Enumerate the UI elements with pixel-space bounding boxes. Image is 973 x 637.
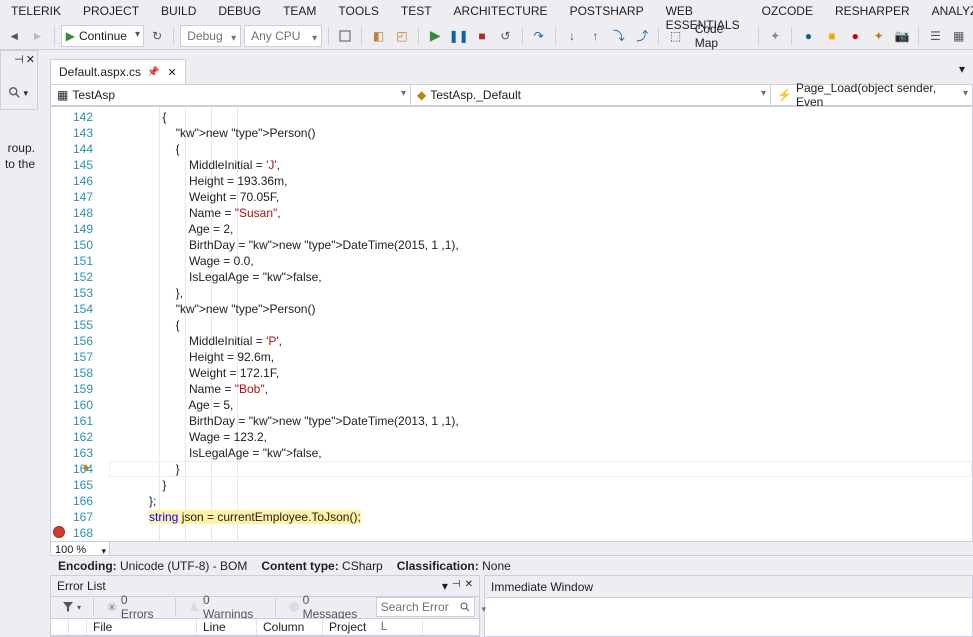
document-tab-well: Default.aspx.cs 📌 ✕ [50, 58, 186, 84]
refresh-button[interactable]: ↻ [147, 25, 167, 47]
search-icon[interactable]: ▾ [2, 83, 32, 103]
menu-architecture[interactable]: ARCHITECTURE [443, 2, 559, 20]
code-nav-bar: ▦ TestAsp ◆ TestAsp._Default ⚡ Page_Load… [50, 84, 973, 106]
menu-project[interactable]: PROJECT [72, 2, 150, 20]
oz-icon[interactable]: ● [845, 25, 865, 47]
tool-icon[interactable]: ◰ [392, 25, 412, 47]
list-icon[interactable]: ☰ [925, 25, 945, 47]
menu-test[interactable]: TEST [390, 2, 443, 20]
oz-icon[interactable]: ● [798, 25, 818, 47]
close-icon[interactable]: ✕ [168, 66, 177, 79]
immediate-input[interactable] [485, 598, 972, 636]
menu-team[interactable]: TEAM [272, 2, 327, 20]
step-icon[interactable]: ⤴ [632, 25, 652, 47]
error-search-input[interactable]: Search Error L▾ [376, 597, 475, 617]
warnings-toggle[interactable]: 0 Warnings [181, 597, 270, 617]
panel-title: Immediate Window [491, 580, 593, 594]
oz-icon[interactable]: ✦ [868, 25, 888, 47]
stop-icon[interactable]: ■ [472, 25, 492, 47]
bottom-panels: Error List ▾ ⊣ ✕ ▾ 0 Errors 0 Warnings 0… [50, 575, 973, 637]
namespace-icon: ▦ [57, 88, 68, 102]
step-out-icon[interactable]: ↑ [585, 25, 605, 47]
back-button[interactable]: ◄ [4, 25, 24, 47]
pin-icon[interactable]: ⊣ [452, 579, 461, 593]
step-button[interactable] [335, 25, 355, 47]
codemap-icon[interactable]: ⬚ [665, 25, 685, 47]
forward-button[interactable]: ► [27, 25, 47, 47]
main-toolbar: ◄ ► ▶Continue ↻ Debug Any CPU ◧ ◰ ▶ ❚❚ ■… [0, 22, 973, 50]
config-combo[interactable]: Debug [180, 25, 241, 47]
namespace-combo[interactable]: ▦ TestAsp [51, 85, 411, 105]
menu-web essentials[interactable]: WEB ESSENTIALS [655, 2, 751, 20]
filter-button[interactable]: ▾ [55, 597, 88, 617]
bulb-icon[interactable]: ✦ [81, 461, 91, 475]
continue-button[interactable]: ▶Continue [61, 25, 144, 47]
restart-icon[interactable]: ↺ [495, 25, 515, 47]
step-icon[interactable]: ⤵ [609, 25, 629, 47]
pin-icon[interactable]: 📌 [147, 67, 159, 78]
panel-title: Error List [57, 579, 106, 593]
step-into-icon[interactable]: ↓ [562, 25, 582, 47]
step-over-icon[interactable]: ↷ [529, 25, 549, 47]
error-list-panel: Error List ▾ ⊣ ✕ ▾ 0 Errors 0 Warnings 0… [50, 575, 480, 637]
class-combo[interactable]: ◆ TestAsp._Default [411, 85, 771, 105]
menu-debug[interactable]: DEBUG [207, 2, 272, 20]
oz-icon[interactable]: ■ [822, 25, 842, 47]
platform-combo[interactable]: Any CPU [244, 25, 322, 47]
class-icon: ◆ [417, 88, 426, 102]
menu-postsharp[interactable]: POSTSHARP [559, 2, 655, 20]
immediate-window-panel: Immediate Window [484, 575, 973, 637]
menu-analyze[interactable]: ANALYZE [921, 2, 973, 20]
menu-ozcode[interactable]: OZCODE [751, 2, 824, 20]
menu-resharper[interactable]: RESHARPER [824, 2, 921, 20]
dropdown-icon[interactable]: ▾ [442, 579, 448, 593]
method-icon: ⚡ [777, 88, 792, 102]
member-combo[interactable]: ⚡ Page_Load(object sender, Even [771, 85, 972, 105]
camera-icon[interactable]: 📷 [892, 25, 912, 47]
pause-icon[interactable]: ❚❚ [448, 25, 468, 47]
close-icon[interactable]: ✕ [26, 53, 35, 69]
menu-telerik[interactable]: TELERIK [0, 2, 72, 20]
encoding-bar: Encoding: Unicode (UTF-8) - BOM Content … [50, 555, 973, 575]
close-icon[interactable]: ✕ [465, 579, 473, 593]
oz-icon[interactable]: ✦ [765, 25, 785, 47]
grid-icon[interactable]: ▦ [949, 25, 969, 47]
tab-overflow[interactable]: ▾ [959, 62, 965, 76]
truncated-text: roup.to the [0, 140, 35, 172]
code-editor[interactable]: ✦ 14214314414514614714814915015115215315… [50, 106, 973, 542]
menu-build[interactable]: BUILD [150, 2, 207, 20]
pin-icon[interactable]: ⊣ [14, 53, 24, 69]
codemap-label[interactable]: Code Map [689, 22, 752, 50]
messages-toggle[interactable]: 0 Messages [281, 597, 374, 617]
menu-bar: TELERIKPROJECTBUILDDEBUGTEAMTOOLSTESTARC… [0, 0, 973, 22]
breakpoint-icon[interactable] [53, 526, 65, 538]
play-icon[interactable]: ▶ [425, 25, 445, 47]
tab-label: Default.aspx.cs [59, 65, 141, 79]
errors-toggle[interactable]: 0 Errors [99, 597, 170, 617]
document-tab[interactable]: Default.aspx.cs 📌 ✕ [50, 59, 186, 84]
menu-tools[interactable]: TOOLS [327, 2, 389, 20]
tool-icon[interactable]: ◧ [368, 25, 388, 47]
